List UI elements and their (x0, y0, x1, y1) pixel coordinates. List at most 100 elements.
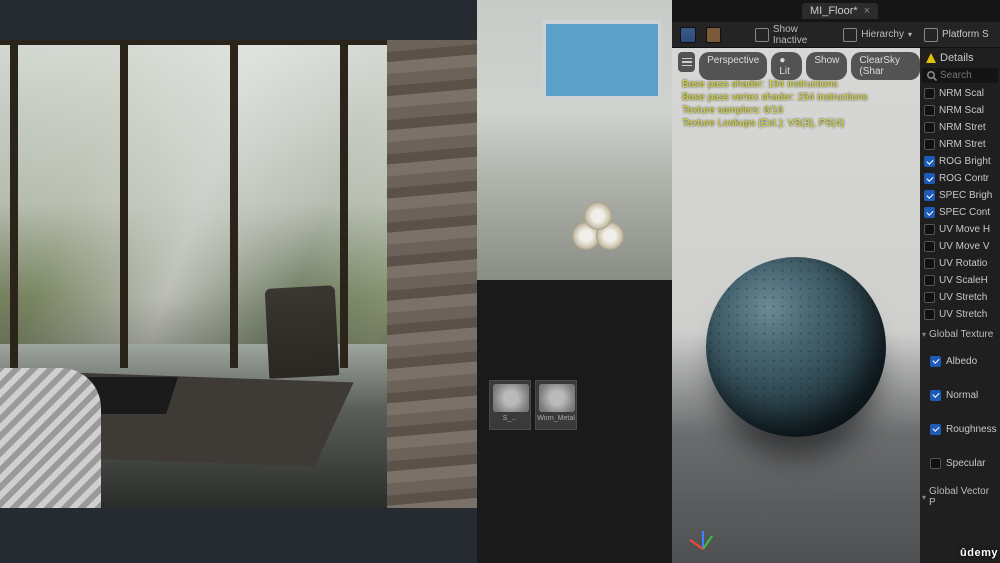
switch-param-row[interactable]: NRM Stret (924, 119, 1000, 136)
texture-param-row[interactable]: Normal (924, 378, 1000, 412)
checkbox[interactable] (924, 190, 935, 201)
param-label: NRM Scal (939, 105, 984, 116)
checkbox[interactable] (924, 156, 935, 167)
details-title-label: Details (940, 52, 974, 64)
param-label: UV ScaleH (939, 275, 988, 286)
checkbox[interactable] (930, 424, 941, 435)
window-mullion (230, 40, 238, 368)
shader-stat-line: Texture samplers: 6/16 (682, 104, 868, 117)
tab-bar: MI_Floor* × (672, 0, 920, 22)
switch-param-row[interactable]: NRM Scal (924, 85, 1000, 102)
param-label: UV Rotatio (939, 258, 987, 269)
details-search[interactable] (922, 68, 998, 83)
shader-stats: Base pass shader: 194 instructions Base … (682, 78, 868, 130)
texture-param-row[interactable]: Specular (924, 446, 1000, 480)
checkbox[interactable] (924, 309, 935, 320)
checkbox[interactable] (924, 224, 935, 235)
asset-thumbnail[interactable]: S_... (489, 380, 531, 430)
reference-blanket (0, 368, 101, 508)
checkbox[interactable] (924, 275, 935, 286)
checkbox[interactable] (930, 356, 941, 367)
scene-logs (572, 210, 632, 250)
platform-stats-button[interactable]: Platform S (920, 22, 1000, 48)
perspective-label: Perspective (707, 55, 759, 66)
param-label: ROG Bright (939, 156, 991, 167)
browse-icon[interactable] (706, 27, 722, 43)
param-label: Albedo (946, 356, 977, 367)
group-global-texture[interactable]: Global Texture (920, 323, 1000, 342)
param-label: Normal (946, 390, 978, 401)
asset-thumbnail-label: S_... (503, 415, 517, 422)
param-label: SPEC Cont (939, 207, 990, 218)
material-preview-viewport[interactable]: Base pass shader: 194 instructions Base … (672, 48, 920, 563)
texture-param-row[interactable]: Roughness (924, 412, 1000, 446)
hierarchy-label: Hierarchy (861, 29, 904, 40)
details-search-input[interactable] (940, 70, 990, 81)
lit-button[interactable]: ● Lit (771, 52, 802, 80)
param-label: UV Stretch (939, 309, 987, 320)
material-editor-panel: MI_Floor* × Show Inactive Hierarchy ▾ Ba… (672, 0, 920, 563)
switch-param-row[interactable]: UV Move H (924, 221, 1000, 238)
checkbox[interactable] (930, 458, 941, 469)
switch-param-row[interactable]: UV Stretch (924, 289, 1000, 306)
content-browser[interactable]: S_... Worn_Metal (477, 280, 672, 563)
checkbox[interactable] (924, 139, 935, 150)
window-mullion (120, 40, 128, 368)
window-mullion (340, 40, 348, 368)
switch-param-row[interactable]: ROG Contr (924, 170, 1000, 187)
switch-param-row[interactable]: SPEC Brigh (924, 187, 1000, 204)
checkbox[interactable] (924, 258, 935, 269)
texture-param-row[interactable]: Albedo (924, 344, 1000, 378)
texture-param-list: Albedo Normal Roughness Specular (920, 342, 1000, 480)
window-mullion (10, 40, 18, 368)
checkbox[interactable] (924, 105, 935, 116)
hierarchy-button[interactable]: Hierarchy ▾ (843, 28, 912, 42)
secondary-viewport[interactable] (477, 0, 672, 280)
show-label: Show (814, 55, 839, 66)
param-label: UV Stretch (939, 292, 987, 303)
switch-param-row[interactable]: SPEC Cont (924, 204, 1000, 221)
checkbox[interactable] (930, 390, 941, 401)
save-icon[interactable] (680, 27, 696, 43)
param-label: NRM Scal (939, 88, 984, 99)
close-icon[interactable]: × (864, 5, 870, 17)
scene-shelf-object (542, 20, 662, 100)
param-label: NRM Stret (939, 139, 986, 150)
perspective-button[interactable]: Perspective (699, 52, 767, 80)
checkbox[interactable] (924, 173, 935, 184)
checkbox[interactable] (924, 122, 935, 133)
checkbox[interactable] (924, 292, 935, 303)
group-label: Global Texture (929, 329, 993, 340)
axis-gizmo (682, 517, 722, 557)
sky-button[interactable]: ClearSky (Shar (851, 52, 920, 80)
param-label: Specular (946, 458, 985, 469)
param-label: UV Move V (939, 241, 990, 252)
checkbox[interactable] (924, 88, 935, 99)
param-label: ROG Contr (939, 173, 989, 184)
tab-mi-floor[interactable]: MI_Floor* × (802, 3, 878, 19)
switch-param-row[interactable]: ROG Bright (924, 153, 1000, 170)
show-button[interactable]: Show (806, 52, 847, 80)
group-label: Global Vector P (929, 486, 996, 508)
show-inactive-button[interactable]: Show Inactive (755, 24, 833, 46)
switch-param-row[interactable]: UV Rotatio (924, 255, 1000, 272)
preview-sphere (706, 257, 886, 437)
viewport-menu-button[interactable] (678, 52, 695, 72)
sky-label: ClearSky (Shar (859, 55, 900, 77)
switch-param-list: NRM Scal NRM Scal NRM Stret NRM Stret ROG Br… (920, 83, 1000, 323)
switch-param-row[interactable]: NRM Stret (924, 136, 1000, 153)
group-global-vector[interactable]: Global Vector P (920, 480, 1000, 510)
search-icon (926, 70, 937, 81)
param-label: NRM Stret (939, 122, 986, 133)
checkbox[interactable] (924, 241, 935, 252)
switch-param-row[interactable]: UV ScaleH (924, 272, 1000, 289)
switch-param-row[interactable]: UV Move V (924, 238, 1000, 255)
switch-param-row[interactable]: UV Stretch (924, 306, 1000, 323)
param-label: Roughness (946, 424, 997, 435)
checkbox[interactable] (924, 207, 935, 218)
param-label: UV Move H (939, 224, 990, 235)
switch-param-row[interactable]: NRM Scal (924, 102, 1000, 119)
asset-thumbnail[interactable]: Worn_Metal (535, 380, 577, 430)
details-title[interactable]: Details (920, 48, 1000, 68)
watermark: ûdemy (960, 547, 998, 559)
